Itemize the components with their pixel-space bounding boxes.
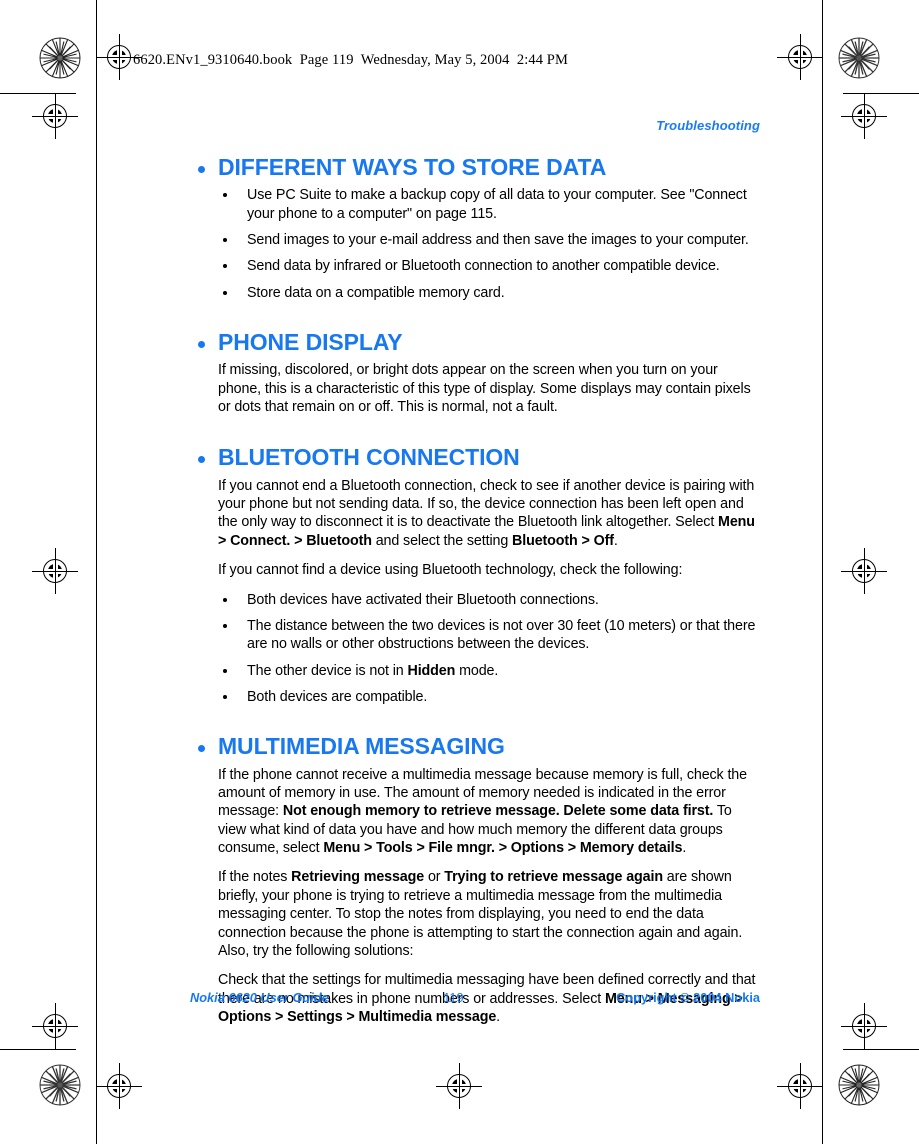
list-bullet-icon [223,290,227,295]
list-item: Both devices have activated their Blueto… [218,591,760,609]
registration-mark-lower-outer-left [32,1003,78,1049]
list-bullet-icon [223,238,227,243]
section-title-text: BLUETOOTH CONNECTION [218,444,520,471]
registration-mark-bottom-center [436,1063,482,1109]
bullet-list: Both devices have activated their Blueto… [190,591,760,707]
registration-mark-middle-left [32,548,78,594]
trim-line-top-right [843,93,919,94]
trim-line-left [96,0,97,1144]
page-content: Troubleshooting DIFFERENT WAYS TO STORE … [190,118,760,1037]
list-item-text: The other device is not in Hidden mode. [247,662,499,679]
bullet-list: Use PC Suite to make a backup copy of al… [190,186,760,302]
list-item-text: Send data by infrared or Bluetooth conne… [247,258,720,275]
file-header-stamp: 6620.ENv1_9310640.book Page 119 Wednesda… [133,52,568,68]
trim-line-top-left [0,93,76,94]
footer-page-number: 119 [443,990,464,1005]
star-target-top-right [838,37,880,79]
list-bullet-icon [223,623,227,628]
section-phone-display: PHONE DISPLAY If missing, discolored, or… [190,329,760,416]
section-bullet-icon [198,341,205,349]
registration-mark-upper-outer-left [32,93,78,139]
paragraph: If missing, discolored, or bright dots a… [218,362,751,416]
star-target-bottom-left [39,1064,81,1106]
running-head: Troubleshooting [656,118,760,133]
registration-mark-upper-outer-right [841,93,887,139]
list-item: Both devices are compatible. [218,688,760,706]
paragraph: If you cannot end a Bluetooth connection… [218,477,755,549]
list-bullet-icon [223,597,227,602]
section-bullet-icon [198,166,205,173]
paragraph: If you cannot find a device using Blueto… [218,562,683,579]
section-title-text: MULTIMEDIA MESSAGING [218,733,505,760]
paragraph: If the notes Retrieving message or Tryin… [218,869,743,959]
registration-mark-bottom-right [777,1063,823,1109]
list-item: Use PC Suite to make a backup copy of al… [218,186,760,223]
paragraph: If the phone cannot receive a multimedia… [218,766,747,857]
list-bullet-icon [223,193,227,198]
section-title: PHONE DISPLAY [190,329,760,356]
section-title: BLUETOOTH CONNECTION [190,445,760,470]
trim-line-bottom-right [843,1049,919,1050]
registration-mark-top-right [777,34,823,80]
section-bullet-icon [198,456,205,464]
registration-mark-bottom-left [96,1063,142,1109]
list-item-text: Store data on a compatible memory card. [247,284,505,301]
list-item: The other device is not in Hidden mode. [218,662,760,680]
list-item: Send images to your e-mail address and t… [218,231,760,249]
list-bullet-icon [223,695,227,699]
list-item-text: Both devices have activated their Blueto… [247,591,599,608]
registration-mark-lower-outer-right [841,1003,887,1049]
list-item: Send data by infrared or Bluetooth conne… [218,257,760,275]
section-title-text: DIFFERENT WAYS TO STORE DATA [218,154,607,180]
page-footer: Nokia 6620 User Guide 119 Copyright © 20… [190,990,760,1005]
list-bullet-icon [223,668,227,673]
section-title: DIFFERENT WAYS TO STORE DATA [190,154,760,180]
trim-line-right [822,0,823,1144]
list-item-text: Both devices are compatible. [247,689,428,705]
section-multimedia-messaging: MULTIMEDIA MESSAGING If the phone cannot… [190,734,760,1026]
footer-copyright: Copyright © 2004 Nokia [616,990,760,1005]
list-item: Store data on a compatible memory card. [218,284,760,302]
section-title: MULTIMEDIA MESSAGING [190,734,760,759]
list-item: The distance between the two devices is … [218,617,760,654]
section-different-ways-to-store-data: DIFFERENT WAYS TO STORE DATA Use PC Suit… [190,154,760,302]
trim-line-bottom-left [0,1049,76,1050]
section-bullet-icon [198,745,205,753]
list-item-text: Send images to your e-mail address and t… [247,232,749,249]
section-title-text: PHONE DISPLAY [218,329,403,356]
star-target-top-left [39,37,81,79]
footer-guide-title: Nokia 6620 User Guide [190,990,329,1005]
registration-mark-middle-right [841,548,887,594]
list-bullet-icon [223,264,227,269]
section-bluetooth-connection: BLUETOOTH CONNECTION If you cannot end a… [190,445,760,706]
list-item-text: Use PC Suite to make a backup copy of al… [247,187,747,222]
list-item-text: The distance between the two devices is … [247,617,756,653]
star-target-bottom-right [838,1064,880,1106]
